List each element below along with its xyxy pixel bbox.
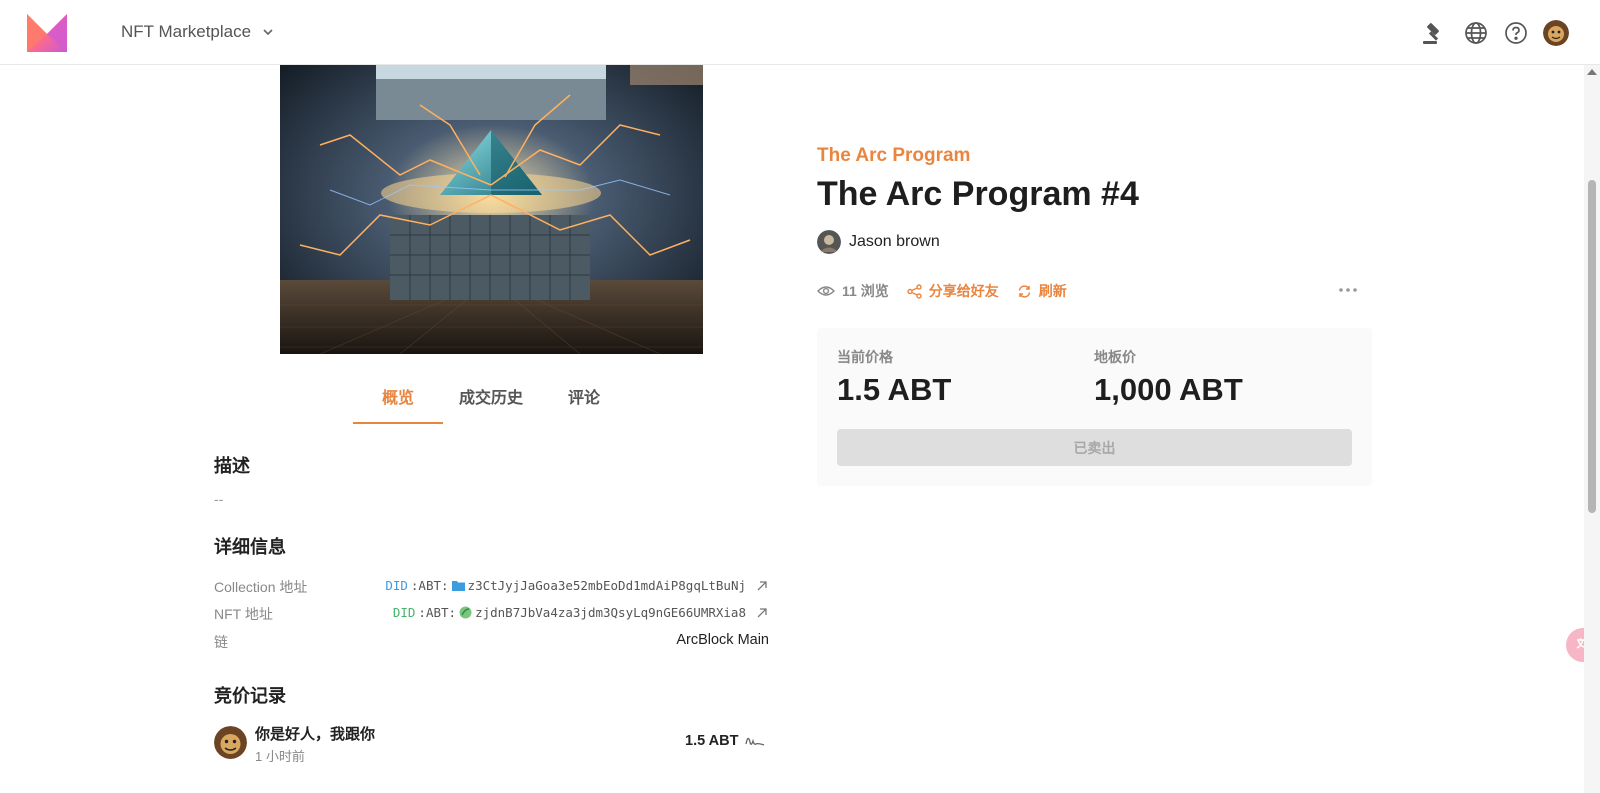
collection-address-label: Collection 地址: [214, 579, 308, 595]
bidder-name: 你是好人，我跟你: [255, 726, 376, 743]
did-prefix: DID: [392, 605, 416, 620]
refresh-icon: [1018, 284, 1030, 298]
bid-time: 1 小时前: [255, 749, 305, 764]
page-scrollbar[interactable]: [1584, 65, 1600, 793]
tab-overview[interactable]: 概览: [353, 378, 443, 424]
user-avatar[interactable]: [1543, 20, 1569, 46]
external-link-icon[interactable]: [755, 579, 769, 593]
auction-icon[interactable]: [1420, 20, 1446, 46]
floor-price-value: 1,000 ABT: [1094, 372, 1243, 407]
owner-avatar[interactable]: [817, 230, 841, 254]
leaf-icon: [459, 606, 472, 619]
nft-address-label: NFT 地址: [214, 606, 273, 622]
scrollbar-thumb[interactable]: [1588, 180, 1596, 513]
folder-icon: [451, 581, 465, 591]
price-card: 当前价格 1.5 ABT 地板价 1,000 ABT 已卖出: [817, 328, 1372, 486]
bids-title: 竞价记录: [214, 686, 286, 706]
detail-tabs: 概览 成交历史 评论: [353, 378, 629, 424]
nft-did-value: zjdnB7JbVa4za3jdm3QsyLq9nGE66UMRXia8: [475, 605, 746, 620]
current-price-value: 1.5 ABT: [837, 372, 952, 407]
view-count: 11 浏览: [817, 281, 889, 301]
refresh-label: 刷新: [1038, 283, 1067, 299]
floor-price-label: 地板价: [1094, 349, 1136, 365]
sold-out-button[interactable]: 已卖出: [837, 429, 1352, 466]
nft-address[interactable]: DID:ABT: zjdnB7JbVa4za3jdm3QsyLq9nGE66UM…: [393, 605, 769, 620]
scroll-up-arrow-icon[interactable]: [1587, 69, 1597, 75]
refresh-button[interactable]: 刷新: [1017, 281, 1067, 301]
top-header: NFT Marketplace: [0, 0, 1600, 65]
details-title: 详细信息: [214, 537, 286, 557]
owner-name[interactable]: Jason brown: [849, 233, 940, 251]
collection-did-value: z3CtJyjJaGoa3e52mbEoDd1mdAiP8gqLtBuNj: [467, 578, 746, 593]
more-options-icon[interactable]: [1337, 281, 1359, 299]
view-count-text: 11 浏览: [842, 283, 889, 299]
bid-amount: 1.5 ABT: [685, 733, 739, 749]
chain-value: ArcBlock Main: [676, 632, 769, 648]
nft-title: The Arc Program #4: [817, 175, 1139, 213]
app-logo[interactable]: [25, 12, 69, 54]
description-value: --: [214, 491, 224, 507]
share-label: 分享给好友: [928, 283, 999, 299]
did-separator: :ABT:: [418, 605, 457, 620]
did-prefix: DID: [385, 578, 408, 593]
did-separator: :ABT:: [410, 578, 449, 593]
globe-icon[interactable]: [1463, 20, 1489, 46]
nft-artwork: [280, 65, 703, 354]
collection-name-link[interactable]: The Arc Program: [817, 145, 970, 167]
current-price-label: 当前价格: [837, 349, 893, 365]
nft-stats: 11 浏览 分享给好友 刷新: [817, 281, 1085, 301]
help-icon[interactable]: [1503, 20, 1529, 46]
app-switcher[interactable]: NFT Marketplace: [121, 22, 275, 42]
eye-icon: [817, 286, 835, 296]
share-icon: [907, 283, 922, 299]
tab-trade-history[interactable]: 成交历史: [443, 378, 539, 424]
signature-icon[interactable]: [744, 732, 766, 750]
tab-comments[interactable]: 评论: [539, 378, 629, 424]
app-name: NFT Marketplace: [121, 22, 252, 41]
description-title: 描述: [214, 456, 250, 476]
chevron-down-icon: [263, 29, 273, 36]
external-link-icon[interactable]: [755, 606, 769, 620]
bidder-avatar: [214, 726, 247, 759]
share-button[interactable]: 分享给好友: [907, 281, 999, 301]
chain-label: 链: [214, 634, 228, 650]
collection-address[interactable]: DID:ABT: z3CtJyjJaGoa3e52mbEoDd1mdAiP8gq…: [385, 578, 769, 593]
